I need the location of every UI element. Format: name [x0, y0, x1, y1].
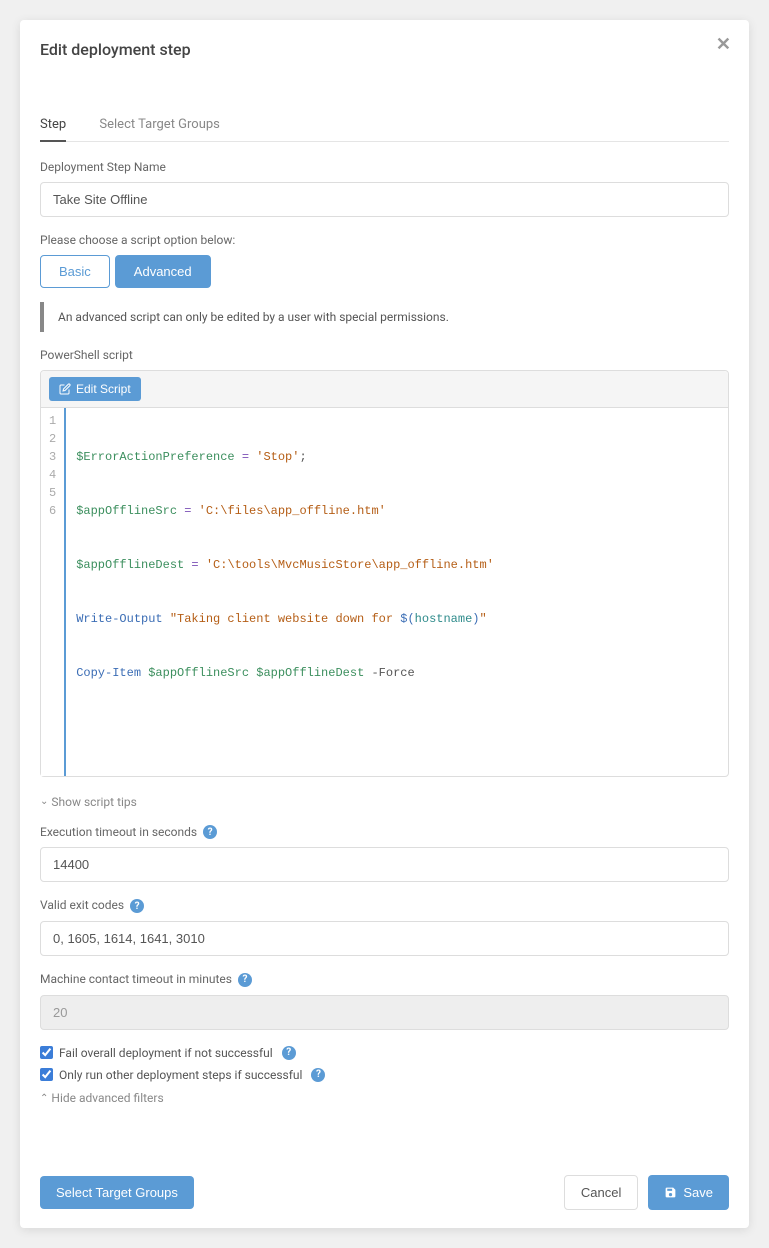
fail-checkbox-row: Fail overall deployment if not successfu…: [40, 1046, 729, 1060]
close-icon[interactable]: ✕: [716, 34, 731, 55]
advanced-note: An advanced script can only be edited by…: [40, 302, 729, 332]
help-icon[interactable]: ?: [203, 825, 217, 839]
powershell-label: PowerShell script: [40, 348, 729, 362]
help-icon[interactable]: ?: [238, 973, 252, 987]
deployment-name-group: Deployment Step Name: [40, 160, 729, 217]
timeout-label: Execution timeout in seconds ?: [40, 825, 729, 840]
modal-title: Edit deployment step: [40, 40, 729, 59]
script-option-group: Please choose a script option below: Bas…: [40, 233, 729, 332]
code-panel: Edit Script 1 2 3 4 5 6 $ErrorActionPref…: [40, 370, 729, 777]
tab-target-groups[interactable]: Select Target Groups: [99, 109, 220, 140]
save-button[interactable]: Save: [648, 1175, 729, 1210]
script-option-label: Please choose a script option below:: [40, 233, 729, 247]
contact-timeout-group: Machine contact timeout in minutes ?: [40, 972, 729, 1030]
deployment-name-label: Deployment Step Name: [40, 160, 729, 174]
advanced-button[interactable]: Advanced: [115, 255, 211, 288]
tab-step[interactable]: Step: [40, 109, 66, 142]
tab-bar: Step Select Target Groups: [40, 109, 729, 142]
contact-timeout-label: Machine contact timeout in minutes ?: [40, 972, 729, 987]
modal-body: Step Select Target Groups Deployment Ste…: [20, 69, 749, 1157]
select-target-groups-button[interactable]: Select Target Groups: [40, 1176, 194, 1209]
show-script-tips-toggle[interactable]: ⌄ Show script tips: [40, 795, 137, 809]
code-content: $ErrorActionPreference = 'Stop'; $appOff…: [66, 408, 504, 776]
help-icon[interactable]: ?: [311, 1068, 325, 1082]
modal-header: Edit deployment step ✕: [20, 20, 749, 69]
script-option-toggle: Basic Advanced: [40, 255, 729, 288]
help-icon[interactable]: ?: [130, 899, 144, 913]
run-other-checkbox-row: Only run other deployment steps if succe…: [40, 1068, 729, 1082]
save-label: Save: [683, 1185, 713, 1200]
code-body[interactable]: 1 2 3 4 5 6 $ErrorActionPreference = 'St…: [41, 408, 728, 776]
deployment-name-input[interactable]: [40, 182, 729, 217]
contact-timeout-input: [40, 995, 729, 1030]
fail-checkbox[interactable]: [40, 1046, 53, 1059]
edit-icon: [59, 383, 71, 395]
exit-codes-input[interactable]: [40, 921, 729, 956]
show-tips-label: Show script tips: [51, 795, 136, 809]
fail-checkbox-label: Fail overall deployment if not successfu…: [59, 1046, 273, 1060]
chevron-up-icon: ⌃: [40, 1093, 48, 1104]
edit-script-label: Edit Script: [76, 382, 131, 396]
chevron-down-icon: ⌄: [40, 796, 48, 807]
code-toolbar: Edit Script: [41, 371, 728, 408]
help-icon[interactable]: ?: [282, 1046, 296, 1060]
timeout-input[interactable]: [40, 847, 729, 882]
edit-script-button[interactable]: Edit Script: [49, 377, 141, 401]
cancel-button[interactable]: Cancel: [564, 1175, 638, 1210]
basic-button[interactable]: Basic: [40, 255, 110, 288]
edit-deployment-modal: Edit deployment step ✕ Step Select Targe…: [20, 20, 749, 1228]
timeout-group: Execution timeout in seconds ?: [40, 825, 729, 883]
hide-advanced-filters-toggle[interactable]: ⌃ Hide advanced filters: [40, 1091, 164, 1105]
footer-right: Cancel Save: [564, 1175, 729, 1210]
save-icon: [664, 1186, 677, 1199]
exit-codes-label: Valid exit codes ?: [40, 898, 729, 913]
run-other-checkbox-label: Only run other deployment steps if succe…: [59, 1068, 302, 1082]
modal-footer: Select Target Groups Cancel Save: [20, 1157, 749, 1228]
powershell-group: PowerShell script Edit Script 1 2 3 4 5: [40, 348, 729, 777]
run-other-checkbox[interactable]: [40, 1068, 53, 1081]
exit-codes-group: Valid exit codes ?: [40, 898, 729, 956]
code-gutter: 1 2 3 4 5 6: [41, 408, 66, 776]
hide-filters-label: Hide advanced filters: [51, 1091, 163, 1105]
